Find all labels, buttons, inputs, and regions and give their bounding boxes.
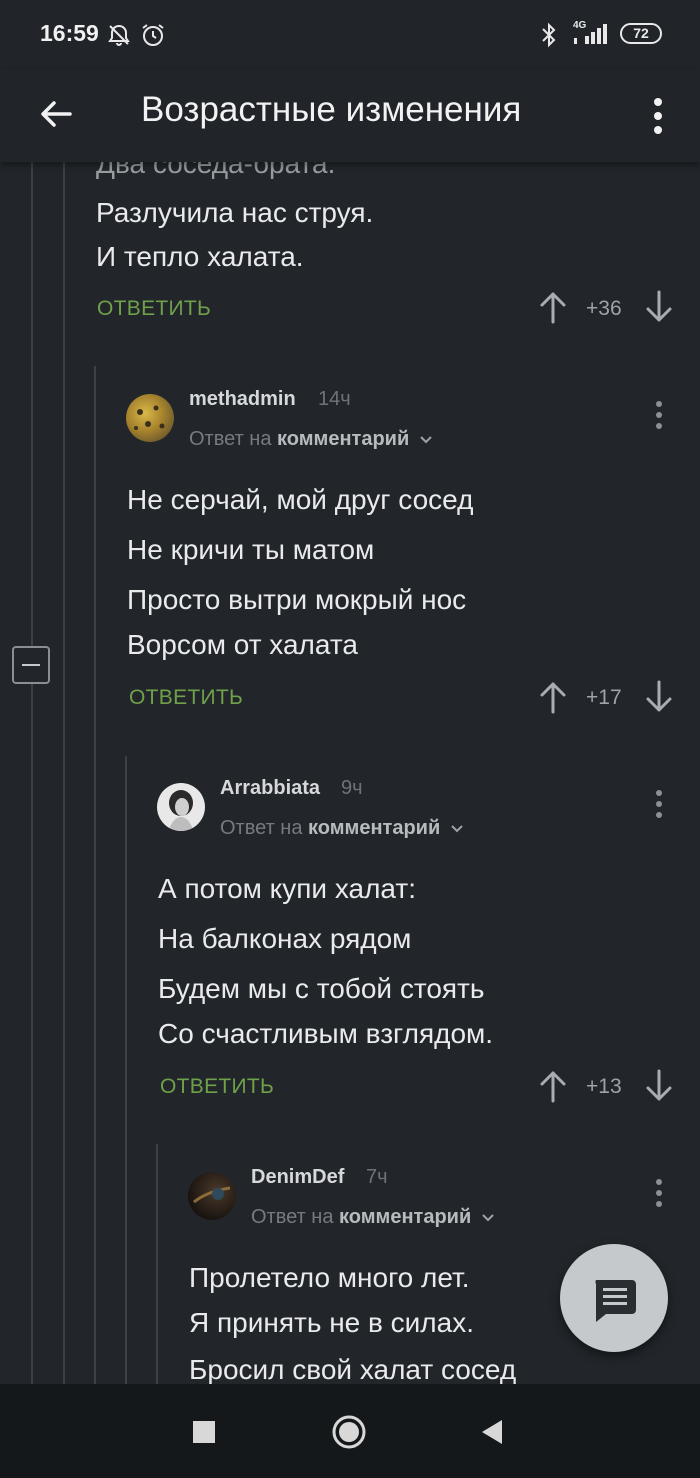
comment-text-line: Бросил свой халат сосед bbox=[189, 1354, 517, 1384]
downvote-arrow-icon[interactable] bbox=[644, 680, 674, 714]
system-navigation-bar bbox=[0, 1384, 700, 1478]
message-icon bbox=[595, 1280, 636, 1322]
back-triangle-icon[interactable] bbox=[480, 1418, 504, 1446]
bluetooth-icon bbox=[542, 22, 556, 48]
comment-options-icon[interactable] bbox=[653, 788, 665, 820]
battery-indicator: 72 bbox=[620, 23, 662, 44]
comment-text-line: Будем мы с тобой стоять bbox=[158, 973, 485, 1004]
comment-author[interactable]: Arrabbiata bbox=[220, 777, 320, 800]
comment-score: +36 bbox=[586, 297, 622, 320]
comment-time: 14ч bbox=[318, 388, 351, 410]
comment-score: +13 bbox=[586, 1075, 622, 1098]
reply-to-prefix: Ответ на bbox=[251, 1206, 334, 1228]
reply-to-prefix: Ответ на bbox=[220, 817, 303, 839]
comment-author[interactable]: DenimDef bbox=[251, 1166, 344, 1189]
comment-text-line: Я принять не в силах. bbox=[189, 1307, 474, 1338]
thread-line[interactable] bbox=[31, 162, 33, 646]
thread-line[interactable] bbox=[31, 684, 33, 1384]
back-arrow-icon[interactable] bbox=[32, 90, 80, 138]
comment-text-line: Не кричи ты матом bbox=[127, 534, 375, 565]
app-bar: Возрастные изменения bbox=[0, 70, 700, 162]
alarm-icon bbox=[142, 24, 164, 46]
signal-icon bbox=[574, 24, 607, 44]
comment-text-line: Пролетело много лет. bbox=[189, 1262, 470, 1293]
avatar[interactable] bbox=[157, 783, 205, 831]
thread-line[interactable] bbox=[125, 756, 127, 1384]
avatar-image bbox=[169, 790, 193, 831]
reply-to-link[interactable]: Ответ на комментарий bbox=[251, 1206, 495, 1229]
comment-options-icon[interactable] bbox=[653, 1177, 665, 1209]
comment-options-icon[interactable] bbox=[653, 399, 665, 431]
home-icon[interactable] bbox=[331, 1414, 367, 1450]
comments-fab-button[interactable] bbox=[560, 1244, 668, 1352]
comment-time: 9ч bbox=[341, 777, 363, 799]
avatar-image bbox=[134, 405, 165, 430]
comment-text-line: Ворсом от халата bbox=[127, 629, 358, 660]
upvote-arrow-icon[interactable] bbox=[538, 290, 568, 324]
comment-text-line: Просто вытри мокрый нос bbox=[127, 584, 467, 615]
mute-notifications-icon bbox=[108, 24, 130, 46]
comment-text-line: И тепло халата. bbox=[96, 241, 304, 272]
status-bar: 16:59 4G 72 bbox=[0, 0, 700, 70]
avatar[interactable] bbox=[188, 1172, 236, 1220]
more-options-icon[interactable] bbox=[640, 88, 676, 144]
comment-time: 7ч bbox=[366, 1166, 388, 1188]
comment-text-line: Два соседа-брата. bbox=[96, 162, 336, 179]
chevron-down-icon[interactable] bbox=[481, 1213, 495, 1223]
thread-line[interactable] bbox=[94, 366, 96, 1384]
upvote-arrow-icon[interactable] bbox=[538, 1069, 568, 1103]
reply-button[interactable]: ОТВЕТИТЬ bbox=[160, 1075, 274, 1099]
thread-line[interactable] bbox=[156, 1144, 158, 1384]
chevron-down-icon[interactable] bbox=[450, 824, 464, 834]
comment-text-line: Разлучила нас струя. bbox=[96, 197, 374, 228]
reply-to-link[interactable]: Ответ на комментарий bbox=[189, 428, 433, 451]
reply-to-prefix: Ответ на bbox=[189, 428, 272, 450]
collapse-thread-button[interactable] bbox=[12, 646, 50, 684]
comment-text-line: На балконах рядом bbox=[158, 923, 412, 954]
comment-score: +17 bbox=[586, 686, 622, 709]
comment-text-line: Не серчай, мой друг сосед bbox=[127, 484, 474, 515]
recent-apps-icon[interactable] bbox=[192, 1420, 216, 1444]
comments-thread[interactable]: Два соседа-брата. Разлучила нас струя. И… bbox=[0, 162, 700, 1384]
comment-text-line: Со счастливым взглядом. bbox=[158, 1018, 494, 1049]
upvote-arrow-icon[interactable] bbox=[538, 680, 568, 714]
chevron-down-icon[interactable] bbox=[419, 435, 433, 445]
avatar[interactable] bbox=[126, 394, 174, 442]
avatar-image bbox=[193, 1186, 231, 1204]
comment-author[interactable]: methadmin bbox=[189, 388, 296, 411]
reply-to-link[interactable]: Ответ на комментарий bbox=[220, 817, 464, 840]
status-time: 16:59 bbox=[40, 20, 99, 46]
page-title: Возрастные изменения bbox=[141, 90, 522, 129]
comment-text-line: А потом купи халат: bbox=[158, 873, 416, 904]
reply-button[interactable]: ОТВЕТИТЬ bbox=[129, 686, 243, 710]
thread-line[interactable] bbox=[63, 162, 65, 1384]
reply-to-target[interactable]: комментарий bbox=[277, 428, 409, 450]
reply-button[interactable]: ОТВЕТИТЬ bbox=[97, 297, 211, 321]
reply-to-target[interactable]: комментарий bbox=[308, 817, 440, 839]
reply-to-target[interactable]: комментарий bbox=[339, 1206, 471, 1228]
downvote-arrow-icon[interactable] bbox=[644, 290, 674, 324]
downvote-arrow-icon[interactable] bbox=[644, 1069, 674, 1103]
